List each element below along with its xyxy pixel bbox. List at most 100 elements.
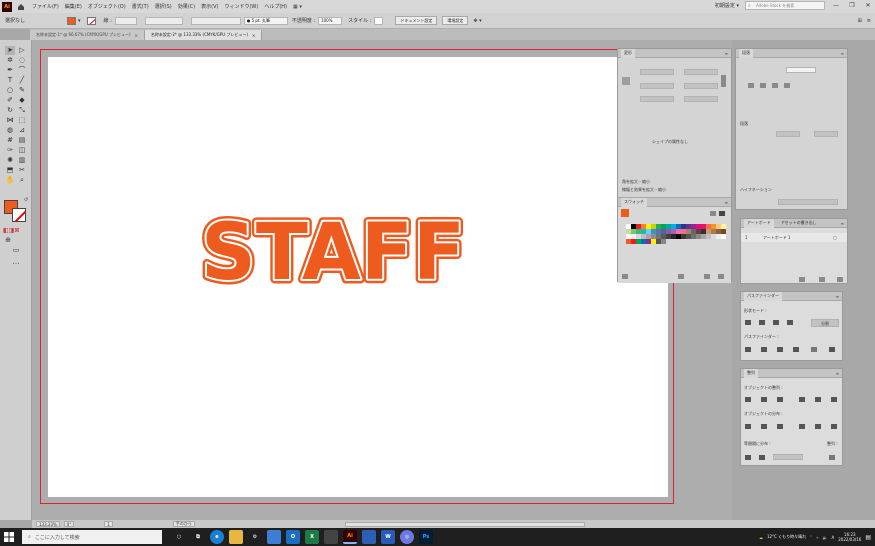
outlook-icon[interactable]: O bbox=[286, 530, 300, 544]
menu-window[interactable]: ウィンドウ(W) bbox=[224, 3, 258, 10]
tab-paragraph[interactable]: 段落 bbox=[739, 48, 753, 58]
line-tool-icon[interactable]: ╱ bbox=[17, 76, 27, 85]
hyphenation-option[interactable]: ハイフネーション bbox=[740, 187, 772, 193]
tab-pathfinder[interactable]: パスファインダー bbox=[744, 291, 782, 301]
arrange-docs-icon[interactable]: ▦ ▾ bbox=[293, 4, 302, 10]
expand-button[interactable]: 分割 bbox=[811, 319, 839, 327]
align-left-edge-icon[interactable] bbox=[745, 397, 751, 402]
photoshop-icon[interactable]: Ps bbox=[419, 530, 433, 544]
workspace-switcher[interactable]: 初期設定 ▾ bbox=[715, 2, 739, 9]
delete-swatch-icon[interactable] bbox=[718, 274, 724, 279]
eraser-icon[interactable]: ◆ bbox=[17, 96, 27, 105]
type-tool-icon[interactable]: T bbox=[5, 76, 15, 85]
justify-icon[interactable] bbox=[784, 83, 790, 88]
panel-menu-icon[interactable]: ≡ bbox=[725, 200, 728, 205]
hyphenation-field[interactable] bbox=[778, 199, 838, 205]
distribute-h-center-icon[interactable] bbox=[815, 424, 821, 429]
staff-text-art[interactable]: STAFF STAFF STAFF bbox=[197, 204, 470, 303]
discord-icon[interactable]: ◎ bbox=[400, 530, 414, 544]
divide-icon[interactable] bbox=[745, 347, 751, 352]
shape-builder-icon[interactable]: ◍ bbox=[5, 126, 15, 135]
scale-strokes-option[interactable]: 線幅と効果を拡大・縮小 bbox=[622, 187, 666, 193]
align-h-center-icon[interactable] bbox=[761, 397, 767, 402]
crop-icon[interactable] bbox=[793, 347, 799, 352]
fill-stroke-indicator-icon[interactable] bbox=[621, 209, 629, 217]
horizontal-scrollbar[interactable] bbox=[344, 521, 585, 527]
distribute-top-icon[interactable] bbox=[745, 424, 751, 429]
rotate-tool-icon[interactable]: ↻ bbox=[5, 106, 15, 115]
menu-object[interactable]: オブジェクト(O) bbox=[88, 3, 126, 10]
menu-view[interactable]: 表示(V) bbox=[201, 3, 218, 10]
free-transform-icon[interactable]: ⬚ bbox=[17, 116, 27, 125]
distribute-v-center-icon[interactable] bbox=[761, 424, 767, 429]
ellipse-tool-icon[interactable]: ○ bbox=[5, 86, 15, 95]
y-field[interactable] bbox=[640, 83, 674, 89]
artboard[interactable]: STAFF STAFF STAFF bbox=[48, 57, 668, 497]
settings-icon[interactable]: ⚙ bbox=[248, 530, 262, 544]
symbol-sprayer-icon[interactable]: ✺ bbox=[5, 156, 15, 165]
fill-swatch[interactable] bbox=[67, 16, 77, 25]
dash-field[interactable] bbox=[190, 16, 241, 25]
distribute-bottom-icon[interactable] bbox=[777, 424, 783, 429]
tab-document-1[interactable]: 名称未設定-1* @ 66.67% (CMYK/GPU プレビュー) × bbox=[30, 30, 145, 40]
delete-artboard-icon[interactable] bbox=[837, 277, 843, 282]
edge-icon[interactable]: e bbox=[210, 530, 224, 544]
swatch[interactable] bbox=[661, 239, 666, 244]
intersect-icon[interactable] bbox=[773, 320, 779, 325]
close-icon[interactable]: × bbox=[135, 33, 138, 38]
zoom-field[interactable]: 133.33% bbox=[36, 521, 60, 527]
panel-menu-icon[interactable]: ≡ bbox=[836, 294, 839, 299]
merge-icon[interactable] bbox=[777, 347, 783, 352]
swatch-libraries-icon[interactable] bbox=[622, 274, 628, 279]
document-setup-button[interactable]: ドキュメント設定 bbox=[395, 16, 438, 25]
weather-icon[interactable]: ☁ bbox=[759, 535, 763, 540]
align-icon[interactable]: ⊞ bbox=[858, 18, 862, 24]
rotation-field[interactable]: 0° bbox=[63, 521, 75, 527]
grid-view-icon[interactable] bbox=[719, 211, 725, 216]
windows-start-icon[interactable] bbox=[0, 528, 18, 546]
draw-mode-icon[interactable]: ⊕ bbox=[3, 236, 13, 245]
trim-icon[interactable] bbox=[761, 347, 767, 352]
height-field[interactable] bbox=[684, 83, 718, 89]
tab-swatches[interactable]: スウォッチ bbox=[621, 197, 647, 207]
chevron-down-icon[interactable]: ▾ bbox=[78, 18, 81, 24]
opacity-field[interactable]: 100% bbox=[318, 16, 343, 25]
panel-menu-icon[interactable]: ≡ bbox=[725, 51, 728, 56]
perspective-grid-icon[interactable]: ⊿ bbox=[17, 126, 27, 135]
distribute-right-icon[interactable] bbox=[831, 424, 837, 429]
photos-icon[interactable] bbox=[362, 530, 376, 544]
scale-tool-icon[interactable]: ⤡ bbox=[17, 106, 27, 115]
magic-wand-icon[interactable]: ✲ bbox=[5, 56, 15, 65]
illustrator-taskbar-icon[interactable]: Ai bbox=[343, 530, 357, 544]
menu-select[interactable]: 選択(S) bbox=[155, 3, 172, 10]
align-top-edge-icon[interactable] bbox=[799, 397, 805, 402]
distribute-left-icon[interactable] bbox=[799, 424, 805, 429]
minus-back-icon[interactable] bbox=[829, 347, 835, 352]
spacing-field[interactable] bbox=[773, 454, 803, 460]
lasso-icon[interactable]: ◌ bbox=[17, 56, 27, 65]
taskbar-search[interactable]: ⌕ ここに入力して検索 bbox=[22, 530, 162, 544]
stock-search-field[interactable]: ⌕ Adobe Stock を検索 bbox=[745, 1, 825, 10]
curvature-tool-icon[interactable]: ⌒ bbox=[17, 66, 27, 75]
outline-icon[interactable] bbox=[811, 347, 817, 352]
color-mode-icon[interactable]: ◧◨⊠ bbox=[3, 226, 19, 235]
stroke-swatch[interactable] bbox=[86, 16, 96, 25]
word-icon[interactable]: W bbox=[381, 530, 395, 544]
minus-front-icon[interactable] bbox=[759, 320, 765, 325]
panel-menu-icon[interactable]: ≡ bbox=[836, 371, 839, 376]
panel-menu-icon[interactable]: ≡ bbox=[867, 18, 871, 24]
distribute-v-space-icon[interactable] bbox=[745, 455, 751, 460]
align-center-icon[interactable] bbox=[760, 83, 766, 88]
puppet-warp-icon[interactable]: ✥ ▾ bbox=[473, 18, 481, 24]
indent-right-field[interactable] bbox=[814, 131, 838, 137]
screen-mode-icon[interactable]: ▭ bbox=[11, 246, 21, 255]
more-tools-icon[interactable]: … bbox=[11, 258, 21, 267]
new-color-group-icon[interactable] bbox=[678, 274, 684, 279]
direct-selection-tool-icon[interactable]: ▷ bbox=[17, 46, 27, 55]
preferences-button[interactable]: 環境設定 bbox=[442, 16, 469, 25]
unite-icon[interactable] bbox=[745, 320, 751, 325]
swatch-grid[interactable] bbox=[626, 224, 726, 244]
tab-align[interactable]: 整列 bbox=[744, 368, 758, 378]
pen-tool-icon[interactable]: ✒ bbox=[5, 66, 15, 75]
opacity-label[interactable]: 不透明度 : bbox=[292, 17, 315, 24]
